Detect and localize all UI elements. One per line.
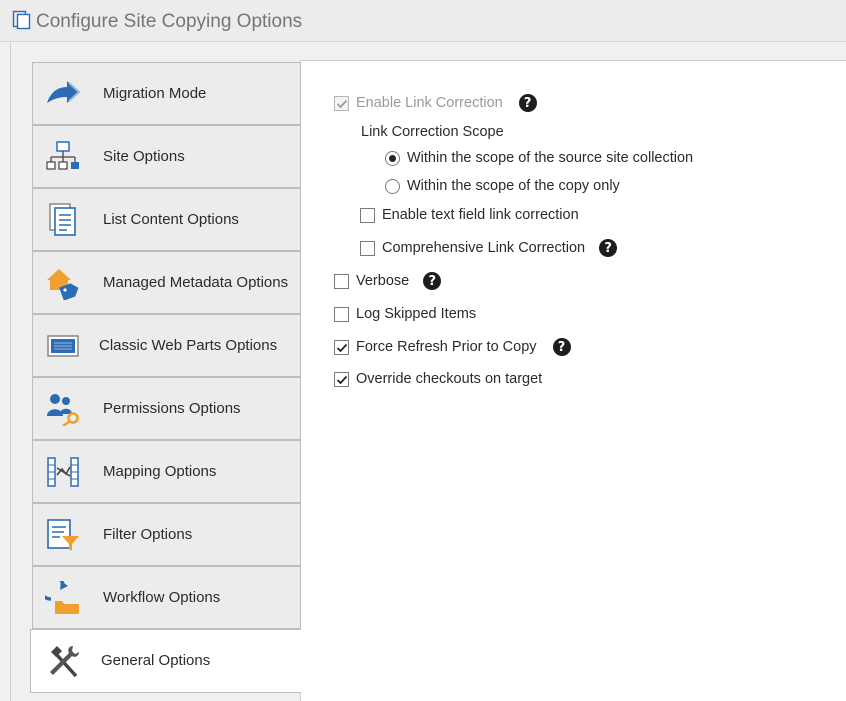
left-divider: [10, 42, 11, 701]
force-refresh-checkbox[interactable]: [334, 339, 349, 355]
comprehensive-link-checkbox[interactable]: [360, 240, 375, 256]
tab-label: Classic Web Parts Options: [99, 337, 278, 354]
mapping-icon: [47, 457, 79, 487]
tab-label: Mapping Options: [103, 463, 217, 480]
force-refresh-label: Force Refresh Prior to Copy: [356, 339, 537, 355]
tab-label: Permissions Options: [103, 400, 241, 417]
scope-copy-option[interactable]: Within the scope of the copy only: [385, 175, 620, 197]
filter-icon: [47, 519, 79, 551]
home-tag-icon: [47, 269, 79, 300]
override-checkouts-option[interactable]: Override checkouts on target: [334, 368, 542, 390]
log-skipped-label: Log Skipped Items: [356, 306, 477, 322]
help-icon[interactable]: ?: [599, 239, 618, 257]
verbose-option[interactable]: Verbose ?: [334, 270, 442, 292]
help-icon[interactable]: ?: [423, 272, 442, 290]
sitemap-icon: [46, 141, 79, 170]
help-icon[interactable]: ?: [552, 338, 571, 356]
checkmark-icon: [336, 99, 348, 108]
users-key-icon: [47, 394, 79, 426]
tab-label: List Content Options: [103, 211, 239, 228]
tab-label: Site Options: [103, 148, 185, 165]
checkmark-icon: [336, 343, 348, 352]
enable-link-correction-option[interactable]: Enable Link Correction ?: [334, 92, 537, 114]
enable-link-correction-label: Enable Link Correction: [356, 95, 503, 111]
tab-label: Workflow Options: [103, 589, 221, 606]
tab-label: Managed Metadata Options: [103, 274, 289, 291]
web-part-icon: [47, 335, 79, 357]
tab-label: General Options: [101, 652, 211, 669]
tab-managed-metadata-options[interactable]: Managed Metadata Options: [32, 251, 301, 314]
copy-document-icon: [12, 10, 31, 30]
workflow-folder-icon: [45, 581, 79, 614]
document-list-icon: [49, 203, 76, 236]
tab-classic-web-parts-options[interactable]: Classic Web Parts Options: [32, 314, 301, 377]
log-skipped-option[interactable]: Log Skipped Items: [334, 303, 476, 325]
tab-migration-mode[interactable]: Migration Mode: [32, 62, 301, 125]
link-correction-scope-heading: Link Correction Scope: [361, 124, 504, 140]
tab-workflow-options[interactable]: Workflow Options: [32, 566, 301, 629]
scope-copy-label: Within the scope of the copy only: [407, 178, 620, 194]
scope-source-option[interactable]: Within the scope of the source site coll…: [385, 147, 693, 169]
checkmark-icon: [336, 375, 348, 384]
comprehensive-link-label: Comprehensive Link Correction: [382, 240, 586, 256]
verbose-label: Verbose: [356, 273, 410, 289]
verbose-checkbox[interactable]: [334, 273, 349, 289]
override-checkouts-label: Override checkouts on target: [356, 371, 543, 387]
tab-filter-options[interactable]: Filter Options: [32, 503, 301, 566]
tab-list-content-options[interactable]: List Content Options: [32, 188, 301, 251]
help-icon[interactable]: ?: [518, 94, 537, 112]
window-title: Configure Site Copying Options: [36, 11, 303, 32]
arrow-forward-icon: [47, 81, 81, 103]
override-checkouts-checkbox[interactable]: [334, 371, 349, 387]
text-field-link-option[interactable]: Enable text field link correction: [360, 204, 579, 226]
tab-label: Migration Mode: [103, 85, 207, 102]
enable-link-correction-checkbox[interactable]: [334, 95, 349, 111]
scope-source-radio[interactable]: [385, 150, 400, 166]
tab-permissions-options[interactable]: Permissions Options: [32, 377, 301, 440]
tab-general-options[interactable]: General Options: [30, 629, 301, 693]
tab-mapping-options[interactable]: Mapping Options: [32, 440, 301, 503]
title-bar: Configure Site Copying Options: [0, 0, 846, 42]
scope-copy-radio[interactable]: [385, 178, 400, 194]
tab-site-options[interactable]: Site Options: [32, 125, 301, 188]
scope-source-label: Within the scope of the source site coll…: [407, 150, 694, 166]
log-skipped-checkbox[interactable]: [334, 306, 349, 322]
force-refresh-option[interactable]: Force Refresh Prior to Copy ?: [334, 336, 571, 358]
text-field-link-label: Enable text field link correction: [382, 207, 579, 223]
tools-icon: [50, 646, 79, 678]
comprehensive-link-option[interactable]: Comprehensive Link Correction ?: [360, 237, 618, 259]
text-field-link-checkbox[interactable]: [360, 207, 375, 223]
tab-label: Filter Options: [103, 526, 193, 543]
